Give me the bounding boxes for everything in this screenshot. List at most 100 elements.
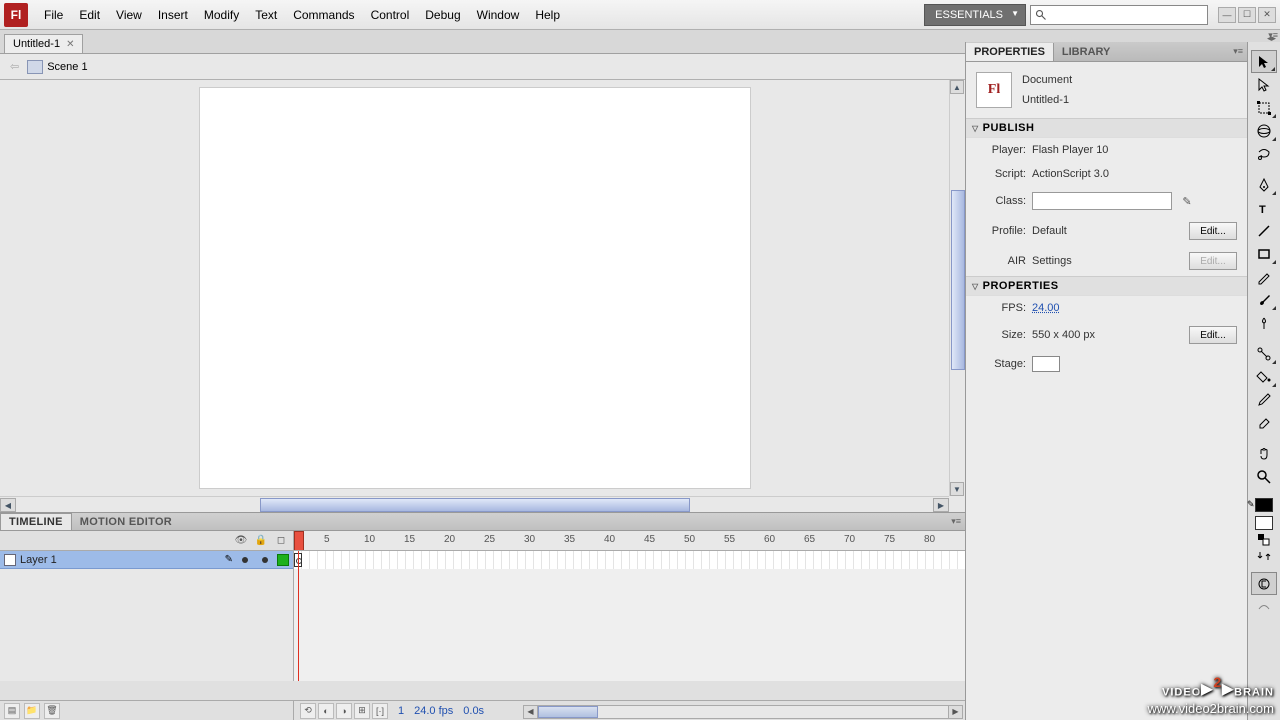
selection-tool[interactable]: [1251, 50, 1277, 73]
edit-multiple-frames-button[interactable]: ⊞: [354, 703, 370, 719]
onion-skin-outlines-button[interactable]: ◑: [336, 703, 352, 719]
3d-rotation-tool[interactable]: [1251, 119, 1277, 142]
onion-skin-button[interactable]: ◐: [318, 703, 334, 719]
search-input[interactable]: [1051, 9, 1203, 21]
paint-bucket-tool[interactable]: [1251, 365, 1277, 388]
timeline-ruler[interactable]: 5 10 15 20 25 30 35 40 45 50 55 60 65 70…: [294, 531, 965, 550]
layer-visibility-dot[interactable]: [242, 557, 248, 563]
lasso-tool[interactable]: [1251, 142, 1277, 165]
horizontal-scrollbar[interactable]: ◀ ▶: [0, 496, 949, 512]
menu-debug[interactable]: Debug: [417, 4, 468, 26]
fps-value[interactable]: 24.00: [1032, 302, 1060, 314]
scroll-left-arrow[interactable]: ◀: [0, 498, 16, 512]
horizontal-scroll-thumb[interactable]: [260, 498, 690, 512]
black-and-white-button[interactable]: [1251, 532, 1277, 548]
timeline-frames-scrollbar[interactable]: ◀ ▶: [523, 705, 963, 719]
ruler-tick: 75: [884, 534, 895, 545]
vertical-scroll-thumb[interactable]: [951, 190, 965, 370]
tab-library[interactable]: LIBRARY: [1054, 43, 1118, 61]
window-maximize[interactable]: ☐: [1238, 7, 1256, 23]
pencil-tool[interactable]: [1251, 265, 1277, 288]
outline-icon[interactable]: ◻: [275, 535, 287, 547]
stage-canvas[interactable]: [200, 88, 750, 488]
edit-size-button[interactable]: Edit...: [1189, 326, 1237, 344]
menu-help[interactable]: Help: [527, 4, 568, 26]
hand-tool[interactable]: [1251, 442, 1277, 465]
eraser-tool[interactable]: [1251, 411, 1277, 434]
app-icon: Fl: [4, 3, 28, 27]
scroll-down-arrow[interactable]: ▼: [950, 482, 964, 496]
delete-layer-button[interactable]: 🗑: [44, 703, 60, 719]
playhead[interactable]: [294, 531, 304, 550]
layer-name[interactable]: Layer 1: [20, 554, 221, 566]
publish-section-header[interactable]: ▽ PUBLISH: [966, 118, 1247, 138]
edit-profile-button[interactable]: Edit...: [1189, 222, 1237, 240]
scroll-thumb[interactable]: [538, 706, 598, 718]
menu-text[interactable]: Text: [247, 4, 285, 26]
layer-type-icon: [4, 554, 16, 566]
modify-markers-button[interactable]: [·]: [372, 703, 388, 719]
vertical-scrollbar[interactable]: ▲ ▼: [949, 80, 965, 496]
rectangle-tool[interactable]: [1251, 242, 1277, 265]
stage-label: Stage:: [976, 358, 1026, 370]
window-minimize[interactable]: —: [1218, 7, 1236, 23]
layer-outline-swatch[interactable]: [277, 554, 289, 566]
playhead-line: [298, 551, 299, 681]
document-tab[interactable]: Untitled-1 ✕: [4, 34, 83, 53]
document-tab-title: Untitled-1: [13, 38, 60, 50]
eyedropper-tool[interactable]: [1251, 388, 1277, 411]
properties-panel-menu-icon[interactable]: ▾≡: [1233, 46, 1243, 57]
menu-modify[interactable]: Modify: [196, 4, 247, 26]
new-layer-button[interactable]: ▤: [4, 703, 20, 719]
timeline-layer-row[interactable]: Layer 1 ✎: [0, 551, 293, 569]
scroll-right-arrow[interactable]: ▶: [933, 498, 949, 512]
subselection-tool[interactable]: [1251, 73, 1277, 96]
swap-colors-button[interactable]: [1251, 548, 1277, 564]
edit-class-icon[interactable]: ✎: [1178, 192, 1196, 210]
layer-lock-dot[interactable]: [262, 557, 268, 563]
tab-motion-editor[interactable]: MOTION EDITOR: [72, 514, 180, 530]
close-icon[interactable]: ✕: [66, 39, 74, 50]
menu-window[interactable]: Window: [469, 4, 528, 26]
text-tool[interactable]: T: [1251, 196, 1277, 219]
stage-color-swatch[interactable]: [1032, 356, 1060, 372]
tab-properties[interactable]: PROPERTIES: [966, 43, 1054, 61]
elapsed-time: 0.0s: [463, 705, 484, 717]
ruler-tick: 30: [524, 534, 535, 545]
brush-tool[interactable]: [1251, 288, 1277, 311]
scroll-up-arrow[interactable]: ▲: [950, 80, 964, 94]
lock-icon[interactable]: 🔒: [255, 535, 267, 547]
snap-to-objects-button[interactable]: [1251, 572, 1277, 595]
menu-control[interactable]: Control: [363, 4, 418, 26]
stroke-color-swatch[interactable]: ✎: [1255, 498, 1273, 512]
window-close[interactable]: ✕: [1258, 7, 1276, 23]
tab-timeline[interactable]: TIMELINE: [0, 513, 72, 530]
deco-tool[interactable]: [1251, 311, 1277, 334]
tools-panel-menu-icon[interactable]: ▾≡: [1268, 30, 1278, 41]
timeline-frames[interactable]: [294, 551, 965, 681]
document-type-icon: Fl: [976, 72, 1012, 108]
line-tool[interactable]: [1251, 219, 1277, 242]
menu-edit[interactable]: Edit: [71, 4, 108, 26]
new-folder-button[interactable]: 📁: [24, 703, 40, 719]
zoom-tool[interactable]: [1251, 465, 1277, 488]
class-input[interactable]: [1032, 192, 1172, 210]
properties-section-header[interactable]: ▽ PROPERTIES: [966, 276, 1247, 296]
menu-view[interactable]: View: [108, 4, 150, 26]
center-frame-button[interactable]: ⟲: [300, 703, 316, 719]
menubar: Fl File Edit View Insert Modify Text Com…: [0, 0, 1280, 30]
search-box[interactable]: [1030, 5, 1208, 25]
edit-air-button[interactable]: Edit...: [1189, 252, 1237, 270]
free-transform-tool[interactable]: [1251, 96, 1277, 119]
bone-tool[interactable]: [1251, 342, 1277, 365]
fill-color-swatch[interactable]: [1255, 516, 1273, 530]
menu-insert[interactable]: Insert: [150, 4, 196, 26]
timeline-panel-menu-icon[interactable]: ▾≡: [951, 516, 961, 527]
pen-tool[interactable]: [1251, 173, 1277, 196]
menu-commands[interactable]: Commands: [285, 4, 362, 26]
scroll-left-arrow[interactable]: ◀: [524, 706, 538, 718]
scroll-right-arrow[interactable]: ▶: [948, 706, 962, 718]
visibility-icon[interactable]: 👁: [235, 535, 247, 547]
workspace-dropdown[interactable]: ESSENTIALS: [924, 4, 1026, 26]
menu-file[interactable]: File: [36, 4, 71, 26]
